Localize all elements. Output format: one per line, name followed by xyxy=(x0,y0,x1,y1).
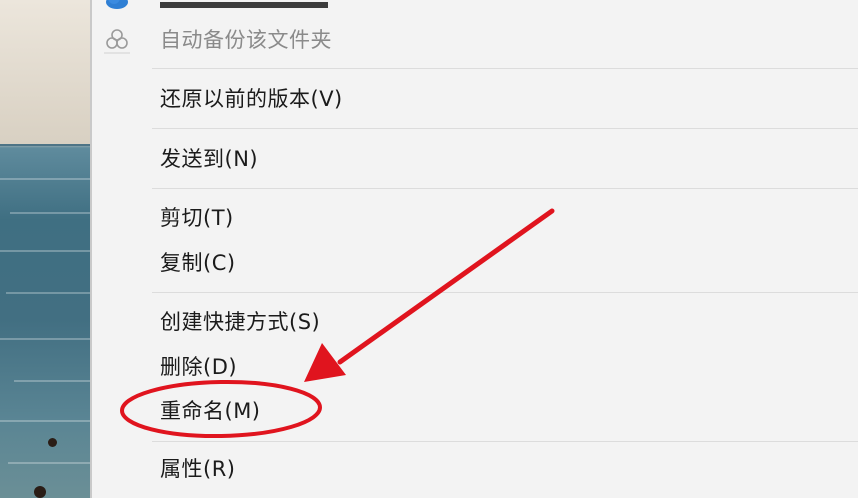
context-menu: 自动备份该文件夹 还原以前的版本(V) 发送到(N) 剪切(T) 复制(C) 创… xyxy=(92,0,858,498)
menu-item-restore-previous-versions[interactable]: 还原以前的版本(V) xyxy=(92,76,858,120)
menu-item-delete[interactable]: 删除(D) xyxy=(92,344,858,388)
menu-item-label: 属性(R) xyxy=(160,457,236,481)
wallpaper-swimmer xyxy=(34,486,46,498)
wallpaper-wave xyxy=(0,420,92,422)
menu-item-copy[interactable]: 复制(C) xyxy=(92,240,858,284)
onedrive-cloud-icon xyxy=(106,0,128,9)
wallpaper-wave xyxy=(8,462,92,464)
menu-item-label: 自动备份该文件夹 xyxy=(160,28,332,52)
menu-item-create-shortcut[interactable]: 创建快捷方式(S) xyxy=(92,299,858,343)
menu-item-label: 还原以前的版本(V) xyxy=(160,87,343,111)
menu-item-label: 重命名(M) xyxy=(160,399,261,423)
menu-item-rename[interactable]: 重命名(M) xyxy=(92,388,858,432)
menu-item-label: 删除(D) xyxy=(160,355,238,379)
menu-separator xyxy=(152,441,858,442)
wallpaper-wave xyxy=(0,178,92,180)
wallpaper-wave xyxy=(0,338,92,340)
menu-item-auto-backup-folder: 自动备份该文件夹 xyxy=(92,17,858,61)
menu-item-label: 复制(C) xyxy=(160,251,236,275)
desktop-wallpaper xyxy=(0,0,92,498)
screen: 自动备份该文件夹 还原以前的版本(V) 发送到(N) 剪切(T) 复制(C) 创… xyxy=(0,0,858,498)
wallpaper-horizon xyxy=(0,144,92,146)
clipped-text-remnant xyxy=(160,2,328,8)
menu-item-cut[interactable]: 剪切(T) xyxy=(92,195,858,239)
menu-item-properties[interactable]: 属性(R) xyxy=(92,446,858,490)
menu-separator xyxy=(152,292,858,293)
wallpaper-wave xyxy=(10,212,92,214)
menu-item-label: 剪切(T) xyxy=(160,206,234,230)
wallpaper-wave xyxy=(6,292,92,294)
wallpaper-swimmer xyxy=(48,438,57,447)
wallpaper-sky xyxy=(0,0,92,145)
wallpaper-wave xyxy=(14,380,92,382)
menu-item-send-to[interactable]: 发送到(N) xyxy=(92,136,858,180)
sync-clover-icon xyxy=(106,29,128,49)
menu-item-label: 创建快捷方式(S) xyxy=(160,310,321,334)
wallpaper-wave xyxy=(0,250,92,252)
menu-separator xyxy=(152,128,858,129)
menu-item-label: 发送到(N) xyxy=(160,147,259,171)
icon-gutter-divider xyxy=(104,52,130,54)
menu-separator xyxy=(152,68,858,69)
menu-separator xyxy=(152,188,858,189)
